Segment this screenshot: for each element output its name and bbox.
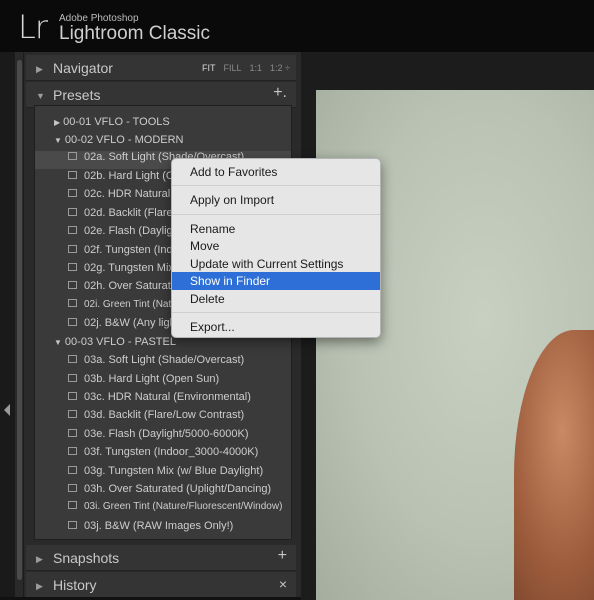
snapshots-title: Snapshots [53, 550, 120, 566]
left-panel-collapse-strip[interactable] [0, 52, 15, 600]
navigator-title: Navigator [53, 60, 113, 76]
folder-collapsed-triangle-icon[interactable]: ▶ [54, 118, 60, 127]
preset-icon [68, 318, 77, 327]
collapse-left-arrow-icon[interactable] [4, 404, 10, 416]
preset-item[interactable]: 03h. Over Saturated (Uplight/Dancing) [68, 483, 292, 501]
preset-item[interactable]: 03f. Tungsten (Indoor_3000-4000K) [68, 446, 292, 464]
zoom-1-2[interactable]: 1:2 ÷ [270, 63, 290, 73]
menu-separator [172, 214, 380, 215]
subject-shoulder [514, 330, 594, 600]
panel-scroll-thumb[interactable] [17, 60, 22, 580]
preset-item[interactable]: 03c. HDR Natural (Environmental) [68, 391, 292, 409]
preset-folder-tools[interactable]: ▶ 00-01 VFLO - TOOLS [54, 116, 284, 134]
menu-separator [172, 312, 380, 313]
zoom-fill[interactable]: FILL [224, 63, 242, 73]
expand-triangle-icon[interactable]: ▶ [36, 581, 43, 592]
navigator-header[interactable]: ▶ Navigator FIT FILL 1:1 1:2 ÷ [26, 55, 296, 81]
lightroom-logo: Lr [18, 8, 48, 46]
preset-folder-modern[interactable]: ▼ 00-02 VFLO - MODERN [54, 134, 284, 152]
preset-icon [68, 208, 77, 217]
presets-title: Presets [53, 87, 101, 103]
preset-icon [68, 429, 77, 438]
history-title: History [53, 577, 97, 593]
preset-item[interactable]: 03d. Backlit (Flare/Low Contrast) [68, 409, 292, 427]
history-header[interactable]: ▶ History × [26, 572, 296, 598]
folder-expanded-triangle-icon[interactable]: ▼ [54, 338, 62, 347]
preset-icon [68, 484, 77, 493]
preset-item[interactable]: 03e. Flash (Daylight/5000-6000K) [68, 428, 292, 446]
preset-icon [68, 245, 77, 254]
preset-item[interactable]: 03i. Green Tint (Nature/Fluorescent/Wind… [68, 501, 292, 519]
add-snapshot-icon[interactable]: + [278, 547, 287, 565]
preset-icon [68, 171, 77, 180]
menu-rename[interactable]: Rename [172, 220, 380, 238]
preset-icon [68, 447, 77, 456]
add-preset-icon[interactable]: +. [273, 84, 287, 102]
preset-icon [68, 466, 77, 475]
navigator-zoom-options: FIT FILL 1:1 1:2 ÷ [202, 63, 290, 73]
zoom-1-1[interactable]: 1:1 [250, 63, 263, 73]
menu-export[interactable]: Export... [172, 318, 380, 336]
preset-icon [68, 392, 77, 401]
menu-update-with-current-settings[interactable]: Update with Current Settings [172, 255, 380, 273]
preset-icon [68, 501, 77, 510]
menu-separator [172, 185, 380, 186]
identity-plate: Lr Adobe Photoshop Lightroom Classic [0, 0, 594, 52]
preset-icon [68, 189, 77, 198]
preset-item[interactable]: 03j. B&W (RAW Images Only!) [68, 520, 292, 538]
expand-triangle-icon[interactable]: ▶ [36, 554, 43, 565]
app-name: Lightroom Classic [59, 23, 210, 44]
zoom-fit[interactable]: FIT [202, 63, 216, 73]
preset-item[interactable]: 03g. Tungsten Mix (w/ Blue Daylight) [68, 465, 292, 483]
expand-triangle-icon[interactable]: ▶ [36, 64, 43, 75]
preset-icon [68, 299, 77, 308]
preset-context-menu: Add to Favorites Apply on Import Rename … [171, 158, 381, 338]
snapshots-header[interactable]: ▶ Snapshots + [26, 545, 296, 571]
preset-icon [68, 374, 77, 383]
preset-icon [68, 281, 77, 290]
menu-add-to-favorites[interactable]: Add to Favorites [172, 163, 380, 181]
preset-item[interactable]: 03a. Soft Light (Shade/Overcast) [68, 354, 292, 372]
menu-move[interactable]: Move [172, 237, 380, 255]
folder-expanded-triangle-icon[interactable]: ▼ [54, 136, 62, 145]
preset-icon [68, 226, 77, 235]
menu-delete[interactable]: Delete [172, 290, 380, 308]
preset-icon [68, 263, 77, 272]
menu-show-in-finder[interactable]: Show in Finder [172, 272, 380, 290]
preset-icon [68, 410, 77, 419]
preset-icon [68, 355, 77, 364]
preset-icon [68, 521, 77, 530]
collapse-triangle-icon[interactable]: ▼ [36, 91, 45, 101]
clear-history-icon[interactable]: × [279, 576, 287, 592]
preset-folder-pastel[interactable]: ▼ 00-03 VFLO - PASTEL [54, 336, 284, 354]
preset-item[interactable]: 03b. Hard Light (Open Sun) [68, 373, 292, 391]
menu-apply-on-import[interactable]: Apply on Import [172, 191, 380, 209]
preset-icon [68, 152, 77, 161]
